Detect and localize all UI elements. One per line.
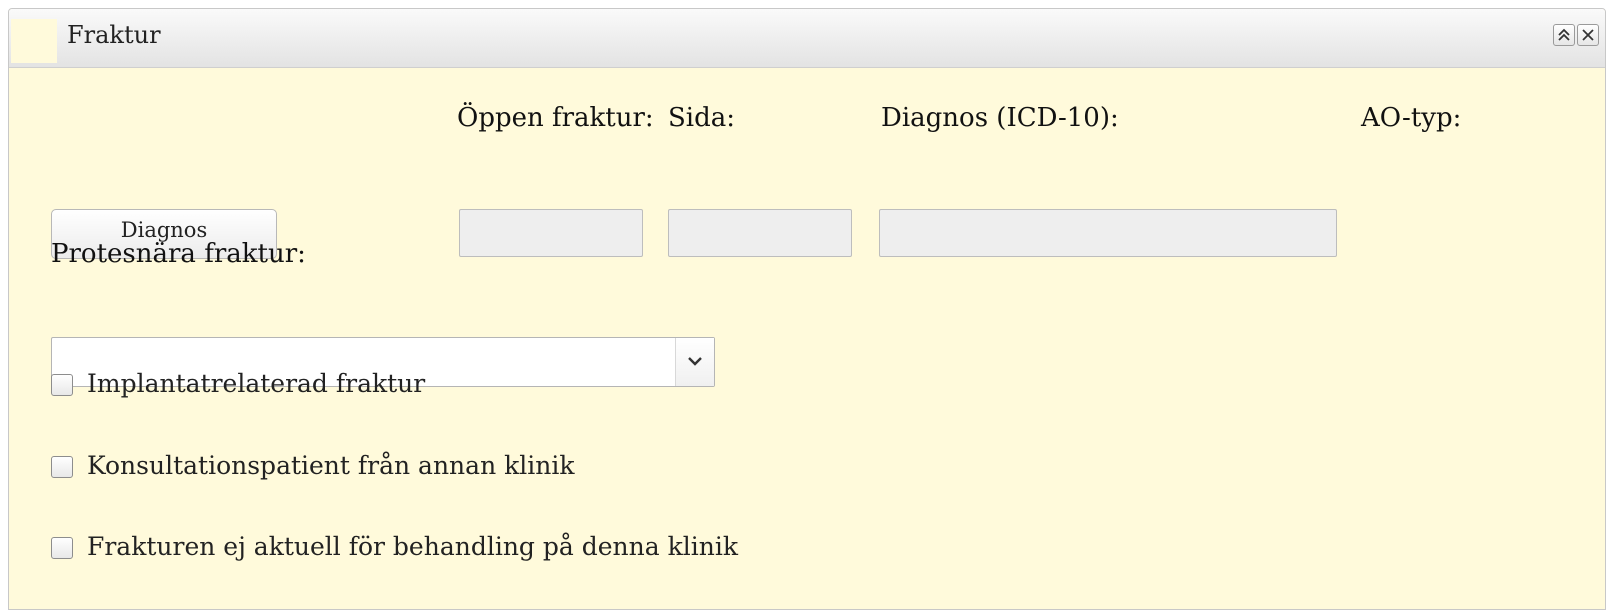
consultation-checkbox-label[interactable]: Konsultationspatient från annan klinik <box>87 451 575 480</box>
implant-checkbox[interactable] <box>51 374 73 396</box>
side-label: Sida: <box>668 103 736 133</box>
close-button[interactable] <box>1577 24 1599 46</box>
chevron-down-icon <box>688 357 702 366</box>
open-fracture-field[interactable] <box>459 209 643 257</box>
implant-checkbox-label[interactable]: Implantatrelaterad fraktur <box>87 369 425 398</box>
panel-color-swatch <box>11 19 57 63</box>
ao-type-label: AO-typ: <box>1361 103 1462 133</box>
panel-title: Fraktur <box>67 21 161 49</box>
not-relevant-checkbox[interactable] <box>51 537 73 559</box>
collapse-button[interactable] <box>1553 24 1575 46</box>
panel-body: Öppen fraktur: Sida: Diagnos (ICD-10): A… <box>21 75 1593 609</box>
open-fracture-label: Öppen fraktur: <box>457 103 654 133</box>
panel-header: Fraktur <box>9 9 1605 68</box>
not-relevant-checkbox-label[interactable]: Frakturen ej aktuell för behandling på d… <box>87 532 738 561</box>
double-chevron-up-icon <box>1558 28 1570 41</box>
diagnosis-label: Diagnos (ICD-10): <box>881 103 1119 133</box>
diagnosis-field[interactable] <box>879 209 1337 257</box>
close-icon <box>1582 29 1594 41</box>
prosthesis-label: Protesnära fraktur: <box>51 239 306 269</box>
side-field[interactable] <box>668 209 852 257</box>
fraktur-panel: Fraktur Öppen fraktur: Sida: Diagnos (IC… <box>8 8 1606 610</box>
consultation-checkbox[interactable] <box>51 456 73 478</box>
select-arrow[interactable] <box>675 338 714 386</box>
